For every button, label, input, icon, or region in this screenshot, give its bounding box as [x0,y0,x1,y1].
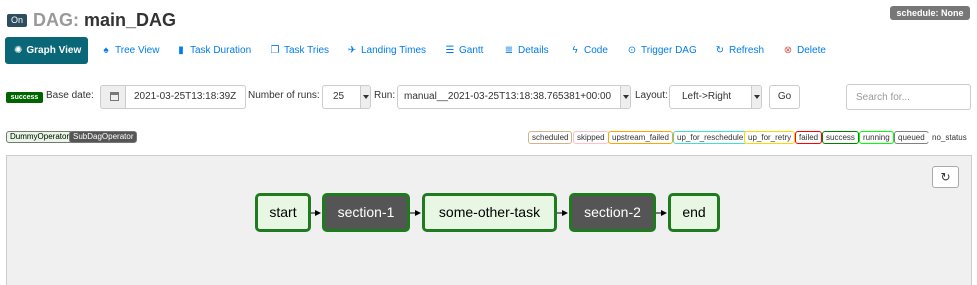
task-node-section-1[interactable]: section-1 [322,193,410,232]
tab-details[interactable]: ≣ Details [504,37,549,64]
tab-label: Code [584,45,608,56]
layout-value: Left->Right [682,91,732,102]
legend-state-up-for-reschedule[interactable]: up_for_reschedule [673,131,748,144]
refresh-icon: ↻ [715,45,725,56]
tab-label: Gantt [459,45,484,56]
tree-icon: ♠ [103,45,109,56]
tab-gantt[interactable]: ☰ Gantt [445,37,484,64]
chevron-down-icon [620,86,630,108]
tab-label: Refresh [729,45,765,56]
tab-landing-times[interactable]: ✈ Landing Times [347,37,426,64]
legend-state-no-status[interactable]: no_status [928,131,971,144]
tab-trigger-dag[interactable]: ⊙ Trigger DAG [627,37,697,64]
legend-state-failed[interactable]: failed [795,131,823,144]
files-icon: ❐ [270,45,280,56]
tab-label: Delete [797,45,826,56]
run-value: manual__2021-03-25T13:18:38.765381+00:00 [404,91,612,102]
legend-operator-dummy: DummyOperator [6,131,74,143]
refresh-icon: ↻ [940,170,951,184]
asterisk-icon: ✺ [14,45,23,56]
num-runs-label: Number of runs: [248,90,320,101]
run-label: Run: [374,90,396,101]
legend-state-skipped[interactable]: skipped [573,131,609,144]
graph-filter-form: success Base date: 2021-03-25T13:18:39Z … [5,83,977,111]
page-title: DAG: main_DAG [33,8,176,32]
legend-state-queued[interactable]: queued [894,131,929,144]
task-node-start[interactable]: start [255,193,311,232]
tab-label: Landing Times [361,45,427,56]
tab-tree-view[interactable]: ♠ Tree View [101,37,159,64]
graph-refresh-button[interactable]: ↻ [932,166,959,188]
dag-title-prefix: DAG: [33,10,79,30]
go-button[interactable]: Go [769,85,800,109]
plane-icon: ✈ [347,45,357,56]
calendar-icon [110,92,119,101]
search-input[interactable] [846,84,971,110]
base-date-label: Base date: [46,90,94,101]
schedule-badge: schedule: None [890,6,970,20]
tab-label: Trigger DAG [641,45,697,56]
base-date-input[interactable]: 2021-03-25T13:18:39Z [125,85,246,109]
tab-refresh[interactable]: ↻ Refresh [715,37,764,64]
task-node-section-2[interactable]: section-2 [569,193,656,232]
flash-icon: ϟ [572,45,578,56]
legend-state-up-for-retry[interactable]: up_for_retry [744,131,796,144]
layout-label: Layout: [635,90,668,101]
tab-label: Task Duration [190,45,252,56]
dag-on-off-toggle[interactable]: On [7,14,27,27]
gantt-icon: ☰ [445,45,455,56]
task-node-end[interactable]: end [668,193,720,232]
legend-state-scheduled[interactable]: scheduled [528,131,573,144]
legend-state-running[interactable]: running [859,131,894,144]
task-node-some-other-task[interactable]: some-other-task [422,193,557,232]
num-runs-select[interactable]: 25 [322,85,371,109]
chevron-down-icon [751,86,761,108]
tab-code[interactable]: ϟ Code [570,37,608,64]
tab-label: Details [518,45,549,56]
bar-chart-icon: ▮ [178,45,184,56]
dag-id: main_DAG [84,10,177,30]
play-circle-icon: ⊙ [627,45,637,56]
legend-state-success[interactable]: success [822,131,859,144]
list-icon: ≣ [504,45,514,56]
tab-delete[interactable]: ⊗ Delete [783,37,826,64]
run-select[interactable]: manual__2021-03-25T13:18:38.765381+00:00 [397,85,631,109]
legend-operator-subdag: SubDagOperator [69,131,138,143]
dag-nav: ✺ Graph View ♠ Tree View ▮ Task Duration… [5,37,977,64]
tab-graph-view[interactable]: ✺ Graph View [5,37,88,64]
chevron-down-icon [360,86,370,108]
num-runs-value: 25 [333,91,345,102]
layout-select[interactable]: Left->Right [669,85,762,109]
remove-circle-icon: ⊗ [783,45,793,56]
calendar-addon[interactable] [100,85,126,109]
legend-state-upstream-failed[interactable]: upstream_failed [608,131,673,144]
tab-label: Graph View [26,45,82,56]
tab-label: Task Tries [284,45,330,56]
state-badge: success [6,92,43,103]
tab-label: Tree View [115,45,160,56]
tab-task-duration[interactable]: ▮ Task Duration [176,37,251,64]
tab-task-tries[interactable]: ❐ Task Tries [270,37,330,64]
